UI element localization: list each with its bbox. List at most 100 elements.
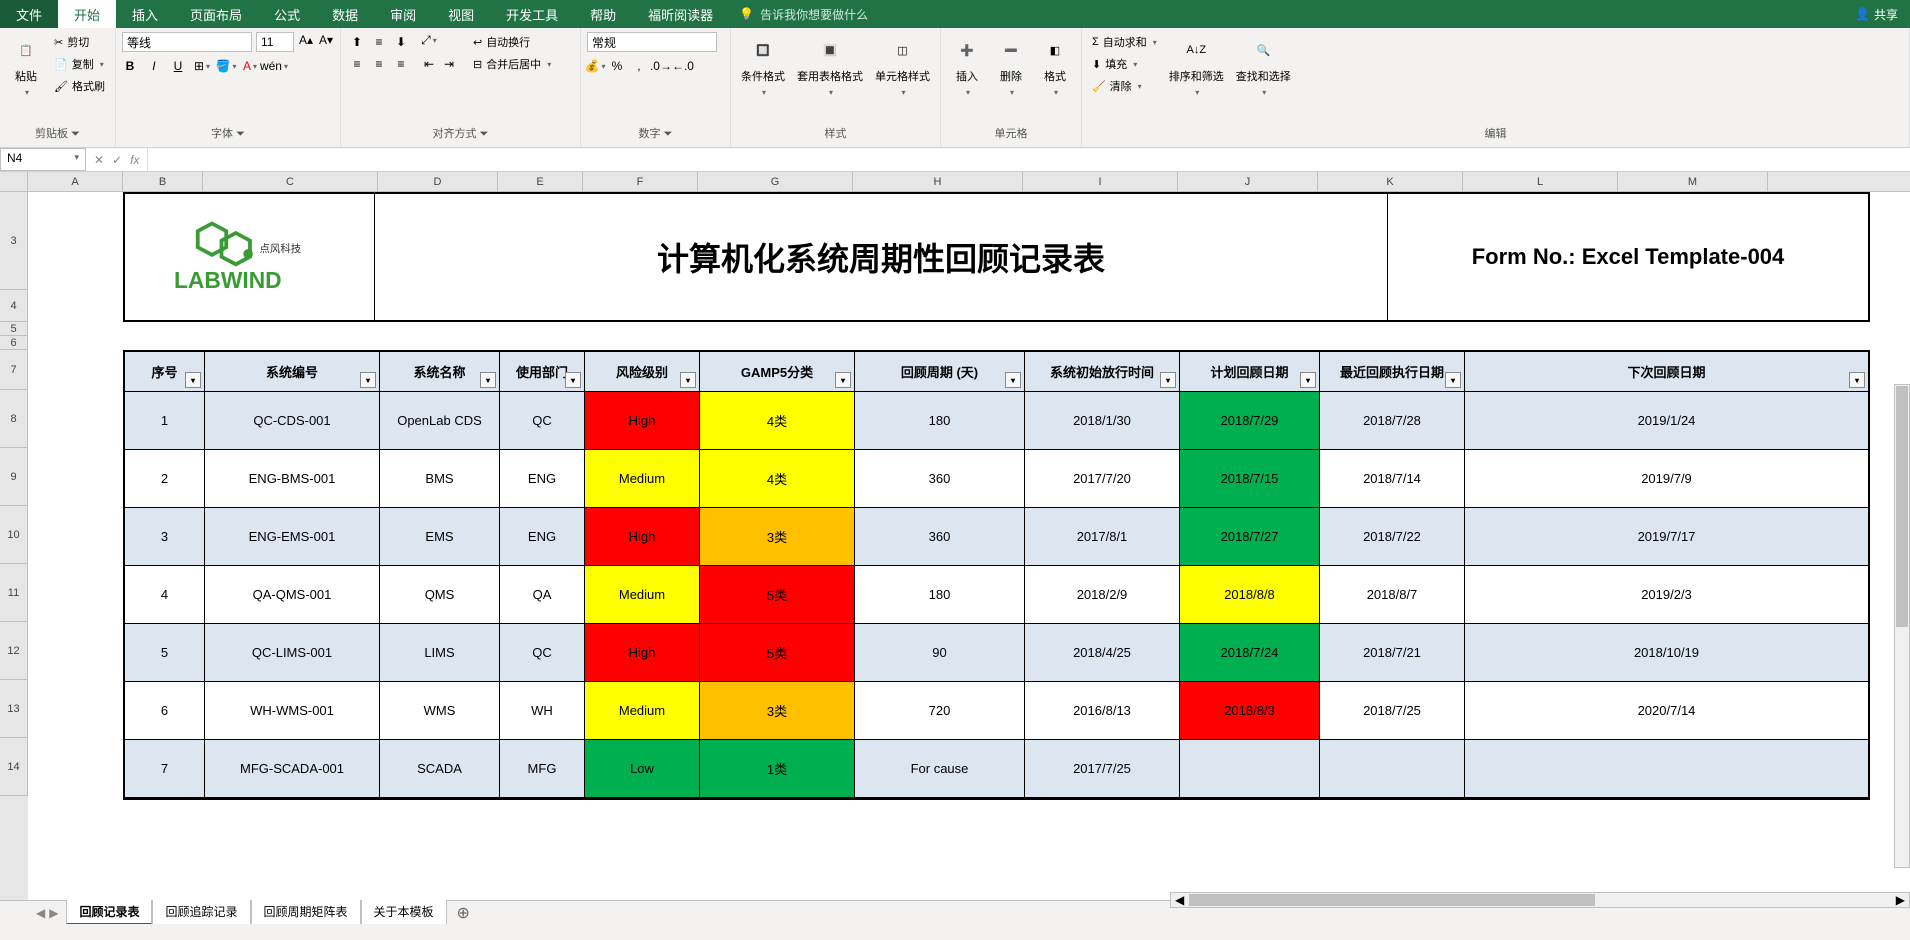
table-cell[interactable]: 2018/7/28 — [1320, 392, 1465, 450]
filter-button[interactable]: ▾ — [1445, 372, 1461, 388]
table-cell[interactable]: 5 — [125, 624, 205, 682]
font-label[interactable]: 字体 ⏷ — [122, 123, 334, 143]
table-cell[interactable]: QA — [500, 566, 585, 624]
table-cell[interactable]: 2018/8/7 — [1320, 566, 1465, 624]
table-cell[interactable]: ENG-EMS-001 — [205, 508, 380, 566]
table-cell[interactable]: 2 — [125, 450, 205, 508]
tab-file[interactable]: 文件 — [0, 0, 58, 28]
tab-nav-prev-icon[interactable]: ◀ — [36, 906, 45, 920]
cell-styles-button[interactable]: ◫单元格样式 — [871, 32, 934, 100]
table-cell[interactable]: 180 — [855, 566, 1025, 624]
tab-nav-next-icon[interactable]: ▶ — [49, 906, 58, 920]
table-cell[interactable]: 2018/8/8 — [1180, 566, 1320, 624]
table-cell[interactable]: QC-CDS-001 — [205, 392, 380, 450]
table-cell[interactable] — [1320, 740, 1465, 798]
tab-insert[interactable]: 插入 — [116, 0, 174, 28]
row-header[interactable]: 4 — [0, 290, 28, 322]
table-cell[interactable]: 180 — [855, 392, 1025, 450]
column-header[interactable]: A — [28, 172, 123, 191]
column-header[interactable]: K — [1318, 172, 1463, 191]
row-header[interactable]: 14 — [0, 738, 28, 796]
column-header[interactable]: I — [1023, 172, 1178, 191]
filter-button[interactable]: ▾ — [565, 372, 581, 388]
table-cell[interactable]: Medium — [585, 682, 700, 740]
column-header[interactable]: H — [853, 172, 1023, 191]
conditional-format-button[interactable]: 🔲条件格式 — [737, 32, 789, 100]
increase-indent-icon[interactable]: ⇥ — [441, 56, 457, 72]
table-cell[interactable]: 2018/7/25 — [1320, 682, 1465, 740]
column-header[interactable]: B — [123, 172, 203, 191]
filter-button[interactable]: ▾ — [480, 372, 496, 388]
number-label[interactable]: 数字 ⏷ — [587, 123, 724, 143]
table-cell[interactable]: ENG-BMS-001 — [205, 450, 380, 508]
table-cell[interactable]: QMS — [380, 566, 500, 624]
sheet-tab[interactable]: 回顾记录表 — [66, 900, 152, 925]
copy-button[interactable]: 📄复制 — [50, 54, 109, 74]
decrease-decimal-icon[interactable]: ←.0 — [675, 58, 691, 74]
phonetic-button[interactable]: wén — [266, 58, 282, 74]
tab-home[interactable]: 开始 — [58, 0, 116, 28]
table-cell[interactable]: 2017/7/25 — [1025, 740, 1180, 798]
table-cell[interactable]: 3类 — [700, 508, 855, 566]
find-select-button[interactable]: 🔍查找和选择 — [1232, 32, 1295, 100]
tab-data[interactable]: 数据 — [316, 0, 374, 28]
format-cell-button[interactable]: ◧格式 — [1035, 32, 1075, 100]
table-cell[interactable]: 2018/7/14 — [1320, 450, 1465, 508]
column-header[interactable]: C — [203, 172, 378, 191]
column-header[interactable]: L — [1463, 172, 1618, 191]
table-cell[interactable]: 1 — [125, 392, 205, 450]
filter-button[interactable]: ▾ — [680, 372, 696, 388]
table-cell[interactable]: 1类 — [700, 740, 855, 798]
table-cell[interactable]: 720 — [855, 682, 1025, 740]
table-cell[interactable]: EMS — [380, 508, 500, 566]
scroll-right-icon[interactable]: ▶ — [1892, 893, 1909, 907]
table-format-button[interactable]: 🔳套用表格格式 — [793, 32, 867, 100]
table-cell[interactable]: MFG — [500, 740, 585, 798]
table-cell[interactable]: WH — [500, 682, 585, 740]
border-button[interactable]: ⊞ — [194, 58, 210, 74]
filter-button[interactable]: ▾ — [1849, 372, 1865, 388]
column-header[interactable]: E — [498, 172, 583, 191]
font-family-select[interactable] — [122, 32, 252, 52]
table-cell[interactable]: High — [585, 392, 700, 450]
fill-color-button[interactable]: 🪣 — [218, 58, 234, 74]
alignment-label[interactable]: 对齐方式 ⏷ — [347, 123, 574, 143]
tab-help[interactable]: 帮助 — [574, 0, 632, 28]
align-center-icon[interactable]: ≡ — [369, 54, 389, 74]
filter-button[interactable]: ▾ — [1300, 372, 1316, 388]
table-cell[interactable]: 4类 — [700, 392, 855, 450]
insert-cell-button[interactable]: ➕插入 — [947, 32, 987, 100]
filter-button[interactable]: ▾ — [1160, 372, 1176, 388]
tab-foxit[interactable]: 福昕阅读器 — [632, 0, 729, 28]
table-cell[interactable]: MFG-SCADA-001 — [205, 740, 380, 798]
table-cell[interactable]: 2016/8/13 — [1025, 682, 1180, 740]
orientation-button[interactable]: ⤢ — [421, 32, 437, 48]
table-cell[interactable]: WH-WMS-001 — [205, 682, 380, 740]
table-cell[interactable]: Medium — [585, 566, 700, 624]
table-cell[interactable] — [1465, 740, 1868, 798]
paste-button[interactable]: 📋 粘贴 — [6, 32, 46, 100]
worksheet-area[interactable]: 点风科技 LABWIND 计算机化系统周期性回顾记录表 Form No.: Ex… — [28, 192, 1910, 908]
table-cell[interactable]: 6 — [125, 682, 205, 740]
table-cell[interactable]: 2018/7/21 — [1320, 624, 1465, 682]
row-header[interactable]: 11 — [0, 564, 28, 622]
merge-button[interactable]: ⊟合并后居中 — [469, 54, 555, 74]
table-cell[interactable]: WMS — [380, 682, 500, 740]
sheet-tab[interactable]: 关于本模板 — [361, 900, 447, 925]
cut-button[interactable]: ✂剪切 — [50, 32, 109, 52]
table-cell[interactable]: 5类 — [700, 624, 855, 682]
table-cell[interactable]: 4 — [125, 566, 205, 624]
column-header[interactable]: F — [583, 172, 698, 191]
table-cell[interactable]: 2018/1/30 — [1025, 392, 1180, 450]
italic-button[interactable]: I — [146, 58, 162, 74]
row-header[interactable]: 5 — [0, 322, 28, 336]
table-cell[interactable]: 3 — [125, 508, 205, 566]
bold-button[interactable]: B — [122, 58, 138, 74]
table-cell[interactable]: QC — [500, 624, 585, 682]
table-cell[interactable]: 2018/7/29 — [1180, 392, 1320, 450]
formula-input[interactable] — [148, 148, 1910, 171]
table-cell[interactable]: High — [585, 624, 700, 682]
align-right-icon[interactable]: ≡ — [391, 54, 411, 74]
table-cell[interactable]: 2018/7/22 — [1320, 508, 1465, 566]
row-header[interactable]: 9 — [0, 448, 28, 506]
